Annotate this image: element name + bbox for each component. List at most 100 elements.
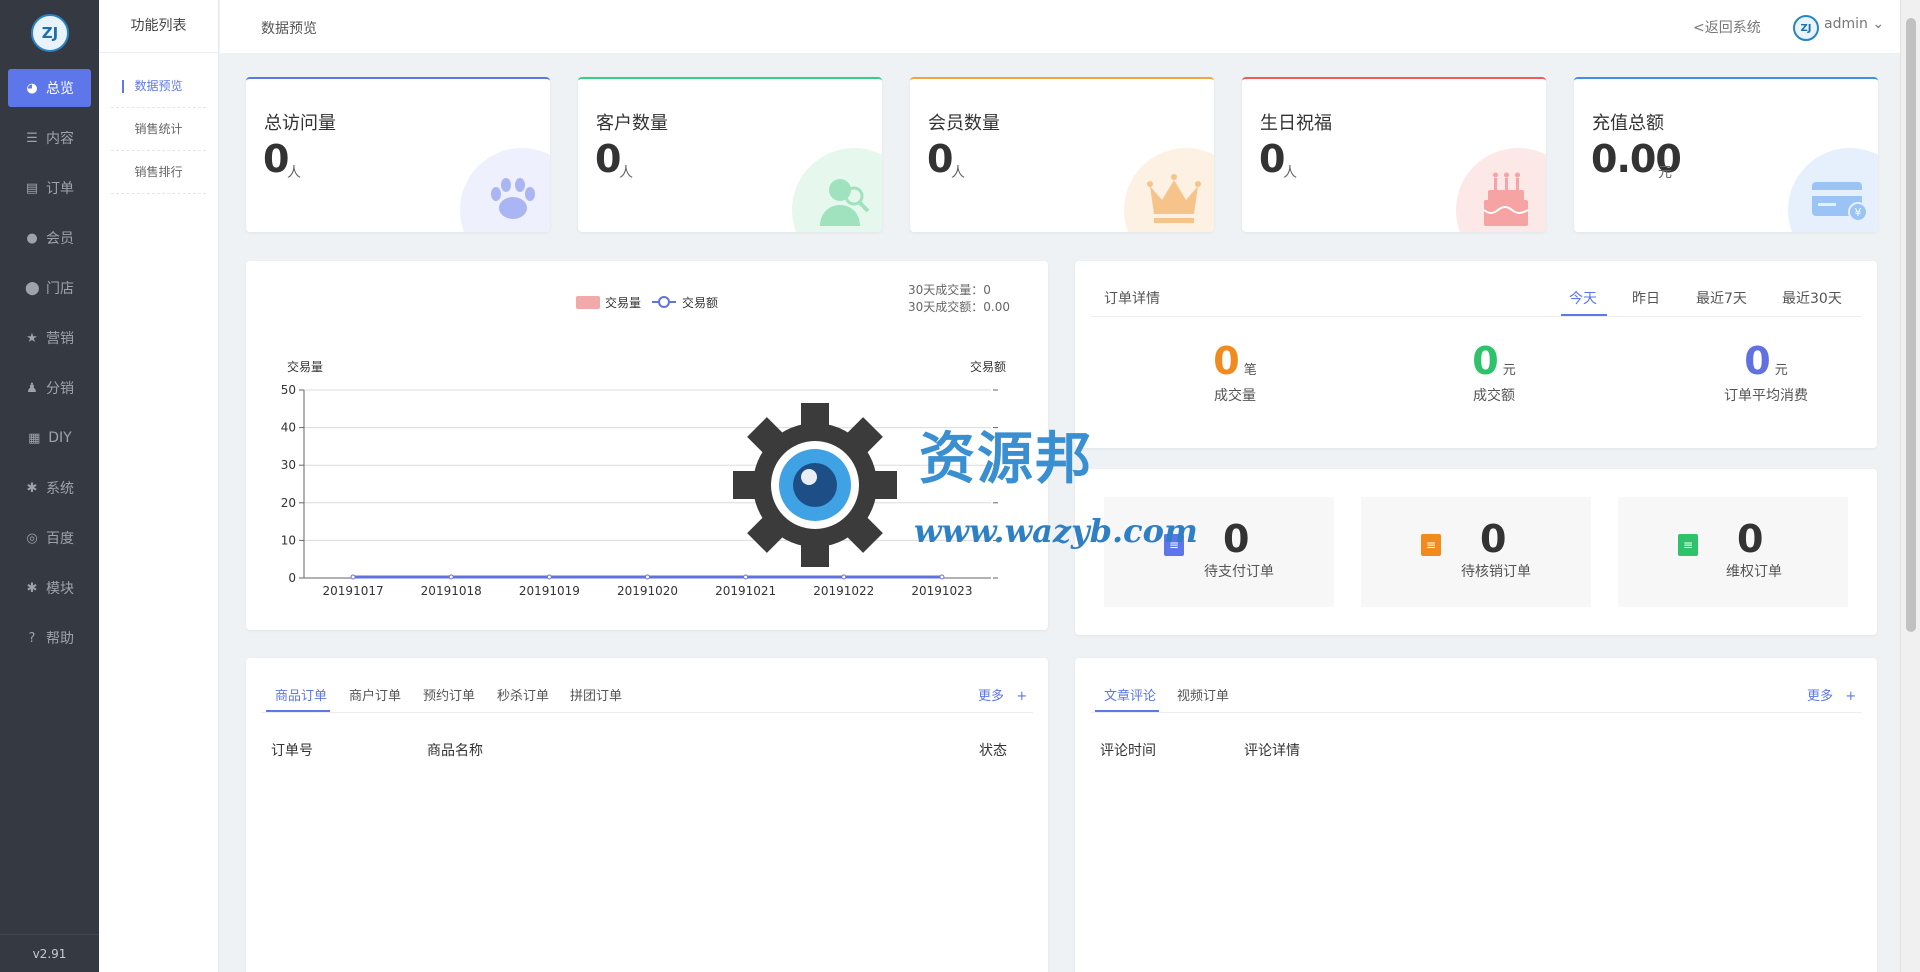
app-logo[interactable]: ZJ bbox=[31, 14, 69, 52]
chevron-down-icon: ⌄ bbox=[1872, 16, 1885, 32]
sidebar-item-diy[interactable]: ▦ DIY bbox=[0, 419, 99, 457]
subnav-item-data-preview[interactable]: 数据预览 bbox=[111, 65, 206, 108]
metric-transaction-amount: 0元 成交额 bbox=[1394, 339, 1594, 405]
sidebar-item-members[interactable]: ● 会员 bbox=[0, 219, 99, 257]
metric-value: 0 bbox=[1213, 339, 1240, 383]
line-point-20191022 bbox=[841, 574, 847, 580]
sidebar-item-label: DIY bbox=[48, 430, 72, 446]
more-comments-link[interactable]: 更多 + bbox=[1807, 685, 1856, 704]
metric-label: 订单平均消费 bbox=[1724, 388, 1808, 404]
comments-panel: 文章评论 视频订单 更多 + 评论时间 评论详情 bbox=[1075, 658, 1877, 972]
sidebar-item-label: 百度 bbox=[46, 531, 74, 547]
x-tick-label: 20191022 bbox=[813, 584, 874, 598]
column-header-product-name: 商品名称 bbox=[427, 743, 483, 759]
sidebar-item-distribution[interactable]: ♟ 分销 bbox=[0, 369, 99, 407]
scrollbar-thumb[interactable] bbox=[1906, 18, 1916, 632]
metric-label: 成交额 bbox=[1473, 388, 1515, 404]
sidebar-item-label: 订单 bbox=[46, 181, 74, 197]
customers-icon bbox=[820, 179, 870, 226]
back-to-system-link[interactable]: <返回系统 bbox=[1693, 17, 1761, 37]
tab-article-comments[interactable]: 文章评论 bbox=[1104, 685, 1156, 704]
sidebar-item-label: 营销 bbox=[46, 331, 74, 347]
sidebar-item-modules[interactable]: ✱ 模块 bbox=[0, 569, 99, 607]
y-tick-label: 0 bbox=[288, 571, 296, 585]
plus-icon: + bbox=[1845, 689, 1857, 704]
metric-unit: 元 bbox=[1774, 363, 1788, 378]
sidebar-item-label: 总览 bbox=[46, 81, 74, 97]
page-scrollbar[interactable] bbox=[1900, 0, 1920, 972]
tab-merchant-orders[interactable]: 商户订单 bbox=[349, 685, 401, 704]
tab-yesterday[interactable]: 昨日 bbox=[1632, 288, 1660, 308]
subnav-item-sales-ranking[interactable]: 销售排行 bbox=[111, 151, 206, 194]
stat-unit: 人 bbox=[1283, 165, 1297, 181]
sidebar-item-stores[interactable]: ⬤ 门店 bbox=[0, 269, 99, 307]
pay-order-icon: ≡ bbox=[1164, 534, 1184, 556]
line-point-20191023 bbox=[939, 574, 945, 580]
paw-icon bbox=[491, 178, 535, 219]
more-orders-link[interactable]: 更多 + bbox=[978, 685, 1027, 704]
stat-card-customers: 客户数量 0 人 bbox=[578, 77, 882, 232]
y-tick-label: 40 bbox=[281, 421, 296, 435]
subnav: 功能列表 数据预览 销售统计 销售排行 bbox=[99, 0, 219, 972]
legend-swatch-transaction-volume bbox=[576, 296, 600, 309]
sidebar-item-marketing[interactable]: ★ 营销 bbox=[0, 319, 99, 357]
line-point-20191019 bbox=[546, 574, 552, 580]
stat-label: 生日祝福 bbox=[1260, 113, 1332, 134]
metric-unit: 元 bbox=[1502, 363, 1516, 378]
sidebar-item-help[interactable]: ? 帮助 bbox=[0, 619, 99, 657]
sidebar-item-overview[interactable]: ◕ 总览 bbox=[8, 69, 91, 107]
cake-icon bbox=[1483, 172, 1529, 226]
rights-protection-orders[interactable]: ≡ 0 维权订单 bbox=[1618, 497, 1848, 607]
pending-payment-orders[interactable]: ≡ 0 待支付订单 bbox=[1104, 497, 1334, 607]
transaction-chart-card: 30天成交量：0 30天成交额：0.00 交易量 交易额 交易量 交易额 0 10 2… bbox=[246, 261, 1048, 630]
order-details-title: 订单详情 bbox=[1104, 291, 1160, 307]
stat-label: 客户数量 bbox=[596, 113, 668, 134]
svg-text:¥: ¥ bbox=[1855, 206, 1862, 219]
stat-value: 0 bbox=[595, 137, 621, 181]
subnav-item-sales-stats[interactable]: 销售统计 bbox=[111, 108, 206, 151]
user-name: admin bbox=[1824, 16, 1868, 32]
order-details-card: 订单详情 今天 昨日 最近7天 最近30天 0笔 成交量 0元 成交额 0元 订… bbox=[1075, 261, 1877, 448]
sidebar-item-label: 模块 bbox=[46, 581, 74, 597]
tab-video-orders[interactable]: 视频订单 bbox=[1177, 685, 1229, 704]
user-avatar[interactable]: ZJ bbox=[1793, 15, 1819, 41]
sidebar-item-label: 门店 bbox=[46, 281, 74, 297]
tab-product-orders[interactable]: 商品订单 bbox=[275, 685, 327, 704]
line-point-20191020 bbox=[645, 574, 650, 580]
tab-today[interactable]: 今天 bbox=[1569, 288, 1597, 308]
line-point-20191018 bbox=[448, 574, 454, 580]
divider bbox=[1090, 712, 1862, 713]
tab-group-buy-orders[interactable]: 拼团订单 bbox=[570, 685, 622, 704]
page-title: 数据预览 bbox=[261, 21, 317, 37]
metric-value: 0 bbox=[1744, 339, 1771, 383]
document-icon: ▤ bbox=[25, 180, 39, 196]
sidebar-item-system[interactable]: ✱ 系统 bbox=[0, 469, 99, 507]
pending-label: 维权订单 bbox=[1726, 564, 1782, 580]
sidebar-item-label: 系统 bbox=[46, 481, 74, 497]
subnav-title: 功能列表 bbox=[99, 0, 218, 53]
y-tick-label: 10 bbox=[281, 533, 296, 547]
x-tick-label: 20191018 bbox=[421, 584, 482, 598]
tab-last-30-days[interactable]: 最近30天 bbox=[1782, 288, 1842, 308]
tab-appointment-orders[interactable]: 预约订单 bbox=[423, 685, 475, 704]
line-point-20191021 bbox=[743, 574, 749, 580]
plus-icon: + bbox=[1016, 689, 1028, 704]
pending-verification-orders[interactable]: ≡ 0 待核销订单 bbox=[1361, 497, 1591, 607]
more-label: 更多 bbox=[978, 689, 1005, 704]
sidebar-item-baidu[interactable]: ◎ 百度 bbox=[0, 519, 99, 557]
x-tick-label: 20191023 bbox=[911, 584, 972, 598]
y-axis-label-left: 交易量 bbox=[287, 359, 323, 374]
compass-icon: ◎ bbox=[26, 530, 38, 546]
tab-flash-sale-orders[interactable]: 秒杀订单 bbox=[497, 685, 549, 704]
metric-average-order: 0元 订单平均消费 bbox=[1666, 339, 1866, 405]
user-menu[interactable]: admin ⌄ bbox=[1824, 16, 1884, 32]
map-pin-icon: ⬤ bbox=[25, 280, 40, 296]
divider bbox=[261, 712, 1033, 713]
tab-last-7-days[interactable]: 最近7天 bbox=[1696, 288, 1747, 308]
sidebar-item-orders[interactable]: ▤ 订单 bbox=[0, 169, 99, 207]
stat-unit: 人 bbox=[951, 165, 965, 181]
sidebar-item-content[interactable]: ☰ 内容 bbox=[0, 119, 99, 157]
metric-unit: 笔 bbox=[1243, 363, 1257, 378]
stat-label: 充值总额 bbox=[1592, 113, 1664, 134]
more-label: 更多 bbox=[1807, 689, 1834, 704]
